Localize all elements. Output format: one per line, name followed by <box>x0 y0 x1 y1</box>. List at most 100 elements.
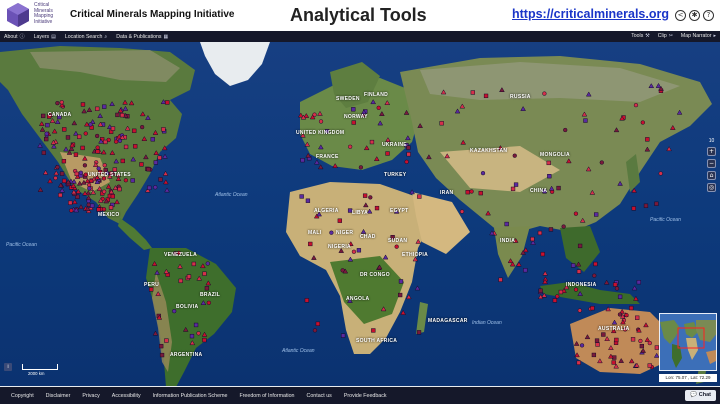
mineral-deposit-marker[interactable] <box>547 174 552 179</box>
mineral-deposit-marker[interactable] <box>594 212 599 217</box>
mineral-deposit-marker[interactable] <box>37 186 44 192</box>
mineral-deposit-marker[interactable] <box>406 294 412 300</box>
mineral-deposit-marker[interactable] <box>374 205 380 211</box>
mineral-deposit-marker[interactable] <box>202 271 207 276</box>
mineral-deposit-marker[interactable] <box>133 144 138 149</box>
mineral-deposit-marker[interactable] <box>398 292 403 298</box>
mineral-deposit-marker[interactable] <box>644 146 651 152</box>
mineral-deposit-marker[interactable] <box>658 171 663 176</box>
mineral-deposit-marker[interactable] <box>113 158 120 164</box>
mineral-deposit-marker[interactable] <box>676 109 683 115</box>
zoom-out-button[interactable]: − <box>707 159 716 168</box>
mineral-deposit-marker[interactable] <box>583 118 588 123</box>
mineral-deposit-marker[interactable] <box>74 171 79 177</box>
mineral-deposit-marker[interactable] <box>55 100 60 106</box>
mineral-deposit-marker[interactable] <box>406 145 411 150</box>
mineral-deposit-marker[interactable] <box>577 290 583 296</box>
mineral-deposit-marker[interactable] <box>591 352 597 358</box>
toolbar-data-publications[interactable]: Data & Publications ▦ <box>116 34 168 40</box>
mineral-deposit-marker[interactable] <box>507 258 514 264</box>
mineral-deposit-marker[interactable] <box>614 286 620 291</box>
mineral-deposit-marker[interactable] <box>68 200 73 205</box>
mineral-deposit-marker[interactable] <box>44 131 49 136</box>
mineral-deposit-marker[interactable] <box>599 160 604 165</box>
mineral-deposit-marker[interactable] <box>58 192 63 198</box>
mineral-deposit-marker[interactable] <box>633 295 639 301</box>
mineral-deposit-marker[interactable] <box>305 152 311 158</box>
mineral-deposit-marker[interactable] <box>465 190 470 195</box>
mineral-deposit-marker[interactable] <box>153 150 160 156</box>
mineral-deposit-marker[interactable] <box>379 110 385 116</box>
mineral-deposit-marker[interactable] <box>151 260 158 266</box>
mineral-deposit-marker[interactable] <box>347 256 354 262</box>
mineral-deposit-marker[interactable] <box>103 139 108 145</box>
mineral-deposit-marker[interactable] <box>444 153 451 159</box>
mineral-deposit-marker[interactable] <box>382 254 389 260</box>
chat-button[interactable]: 💬 Chat <box>685 390 716 401</box>
mineral-deposit-marker[interactable] <box>162 153 168 159</box>
mineral-deposit-marker[interactable] <box>406 152 411 157</box>
mineral-deposit-marker[interactable] <box>102 104 107 109</box>
mineral-deposit-marker[interactable] <box>62 178 67 184</box>
mineral-deposit-marker[interactable] <box>101 207 107 212</box>
mineral-deposit-marker[interactable] <box>542 91 547 96</box>
mineral-deposit-marker[interactable] <box>647 363 652 368</box>
mineral-deposit-marker[interactable] <box>470 90 475 95</box>
mineral-deposit-marker[interactable] <box>592 273 597 278</box>
mineral-deposit-marker[interactable] <box>556 185 561 191</box>
mineral-deposit-marker[interactable] <box>454 108 461 114</box>
mineral-deposit-marker[interactable] <box>139 111 146 117</box>
mineral-deposit-marker[interactable] <box>299 194 304 199</box>
mineral-deposit-marker[interactable] <box>584 334 591 340</box>
mineral-deposit-marker[interactable] <box>124 125 131 131</box>
mineral-deposit-marker[interactable] <box>143 154 149 160</box>
mineral-deposit-marker[interactable] <box>312 328 318 333</box>
mineral-deposit-marker[interactable] <box>304 141 311 147</box>
mineral-deposit-marker[interactable] <box>200 300 207 306</box>
mineral-deposit-marker[interactable] <box>416 330 422 335</box>
mineral-deposit-marker[interactable] <box>635 315 640 320</box>
mineral-deposit-marker[interactable] <box>329 230 334 235</box>
mineral-deposit-marker[interactable] <box>593 261 598 267</box>
mineral-deposit-marker[interactable] <box>613 282 618 287</box>
mineral-deposit-marker[interactable] <box>373 156 380 162</box>
mineral-deposit-marker[interactable] <box>628 358 635 364</box>
footer-link-copyright[interactable]: Copyright <box>11 393 34 399</box>
zoom-in-button[interactable]: + <box>707 147 716 156</box>
mineral-deposit-marker[interactable] <box>614 337 619 343</box>
mineral-deposit-marker[interactable] <box>61 159 67 164</box>
mineral-deposit-marker[interactable] <box>611 360 616 365</box>
mineral-deposit-marker[interactable] <box>308 241 313 247</box>
mineral-deposit-marker[interactable] <box>128 100 135 106</box>
mineral-deposit-marker[interactable] <box>87 186 92 191</box>
mineral-deposit-marker[interactable] <box>317 164 324 170</box>
mineral-deposit-marker[interactable] <box>440 89 447 95</box>
mineral-deposit-marker[interactable] <box>120 158 125 164</box>
mineral-deposit-marker[interactable] <box>414 285 421 291</box>
mineral-deposit-marker[interactable] <box>565 158 572 164</box>
mineral-deposit-marker[interactable] <box>522 247 529 253</box>
mineral-deposit-marker[interactable] <box>54 119 61 124</box>
mineral-deposit-marker[interactable] <box>483 93 489 99</box>
mineral-deposit-marker[interactable] <box>200 263 206 269</box>
mineral-deposit-marker[interactable] <box>558 289 564 295</box>
mineral-deposit-marker[interactable] <box>55 165 60 170</box>
mineral-deposit-marker[interactable] <box>205 261 210 266</box>
toolbar-clip[interactable]: Clip ✂ <box>658 33 673 39</box>
mineral-deposit-marker[interactable] <box>80 145 85 151</box>
mineral-deposit-marker[interactable] <box>95 149 100 154</box>
mineral-deposit-marker[interactable] <box>645 137 650 142</box>
mineral-deposit-marker[interactable] <box>597 358 603 364</box>
mineral-deposit-marker[interactable] <box>78 204 84 210</box>
mineral-deposit-marker[interactable] <box>575 261 582 267</box>
mineral-deposit-marker[interactable] <box>398 279 404 284</box>
mineral-deposit-marker[interactable] <box>317 110 323 116</box>
mineral-deposit-marker[interactable] <box>159 343 164 349</box>
mineral-deposit-marker[interactable] <box>152 129 159 135</box>
mineral-deposit-marker[interactable] <box>636 280 641 285</box>
mineral-deposit-marker[interactable] <box>100 149 107 155</box>
mineral-deposit-marker[interactable] <box>459 103 466 109</box>
mineral-deposit-marker[interactable] <box>152 330 159 336</box>
mineral-deposit-marker[interactable] <box>73 152 79 157</box>
mineral-deposit-marker[interactable] <box>513 182 519 187</box>
